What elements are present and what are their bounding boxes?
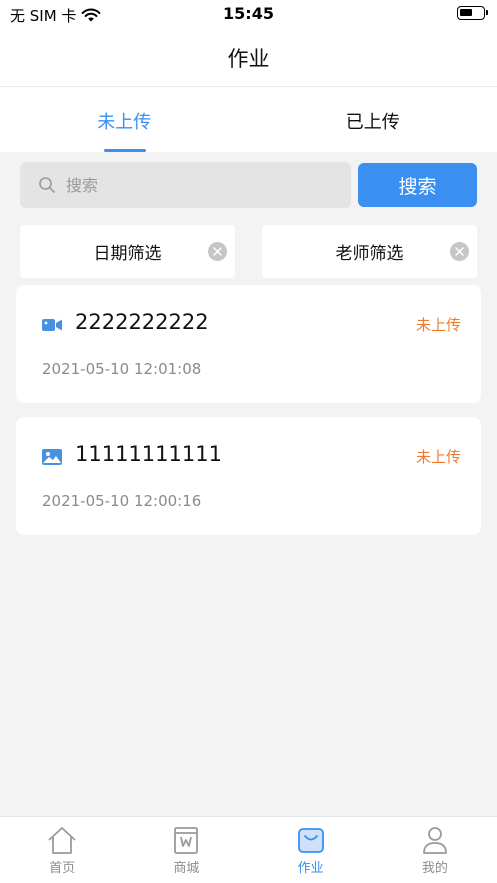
search-icon [39,177,55,193]
page-title: 作业 [227,47,270,71]
tab-homework[interactable]: 作业 [249,817,373,883]
date-filter-clear-button[interactable] [208,242,227,261]
search-input[interactable] [66,175,316,195]
home-icon [48,827,76,854]
battery-icon [457,6,488,20]
tab-label: 我的 [421,861,448,876]
tab-home[interactable]: 首页 [0,817,124,883]
shop-icon [174,827,199,854]
tab-label: 作业 [297,861,324,876]
tab-shop[interactable]: 商城 [124,817,248,883]
video-icon [42,319,62,331]
search-button-label: 搜索 [398,175,437,198]
close-icon [455,247,464,256]
assignment-card[interactable]: 2222222222 未上传 2021-05-10 12:01:08 [16,285,481,403]
assignment-time: 2021-05-10 12:00:16 [42,492,202,510]
homework-icon [297,828,324,853]
tab-label: 商城 [173,861,200,876]
battery-level [460,9,472,16]
search-box[interactable] [20,162,351,208]
upload-status: 未上传 [415,316,461,334]
assignment-card[interactable]: 11111111111 未上传 2021-05-10 12:00:16 [16,417,481,535]
date-filter[interactable]: 日期筛选 [20,225,235,278]
upload-tabs: 未上传 已上传 [0,86,497,152]
assignment-title: 11111111111 [75,442,222,466]
teacher-filter[interactable]: 老师筛选 [262,225,477,278]
search-button[interactable]: 搜索 [358,163,477,207]
nav-bar: 作业 [0,30,497,86]
image-icon [42,449,62,465]
tab-profile[interactable]: 我的 [373,817,497,883]
status-time: 15:45 [223,4,274,23]
assignment-title: 2222222222 [75,310,209,334]
teacher-filter-clear-button[interactable] [450,242,469,261]
tab-label: 已上传 [345,112,400,133]
tab-uploaded[interactable]: 已上传 [249,87,497,152]
tab-label: 未上传 [97,112,152,133]
tab-not-uploaded[interactable]: 未上传 [0,87,249,152]
date-filter-label: 日期筛选 [93,244,162,264]
profile-icon [422,827,447,854]
tab-label: 首页 [49,861,76,876]
upload-status: 未上传 [415,448,461,466]
active-tab-indicator [104,149,146,152]
assignment-time: 2021-05-10 12:01:08 [42,360,202,378]
status-bar: 无 SIM 卡 15:45 [0,0,497,30]
close-icon [213,247,222,256]
teacher-filter-label: 老师筛选 [335,244,404,264]
bottom-tab-bar: 首页 商城 作业 我的 [0,816,497,883]
